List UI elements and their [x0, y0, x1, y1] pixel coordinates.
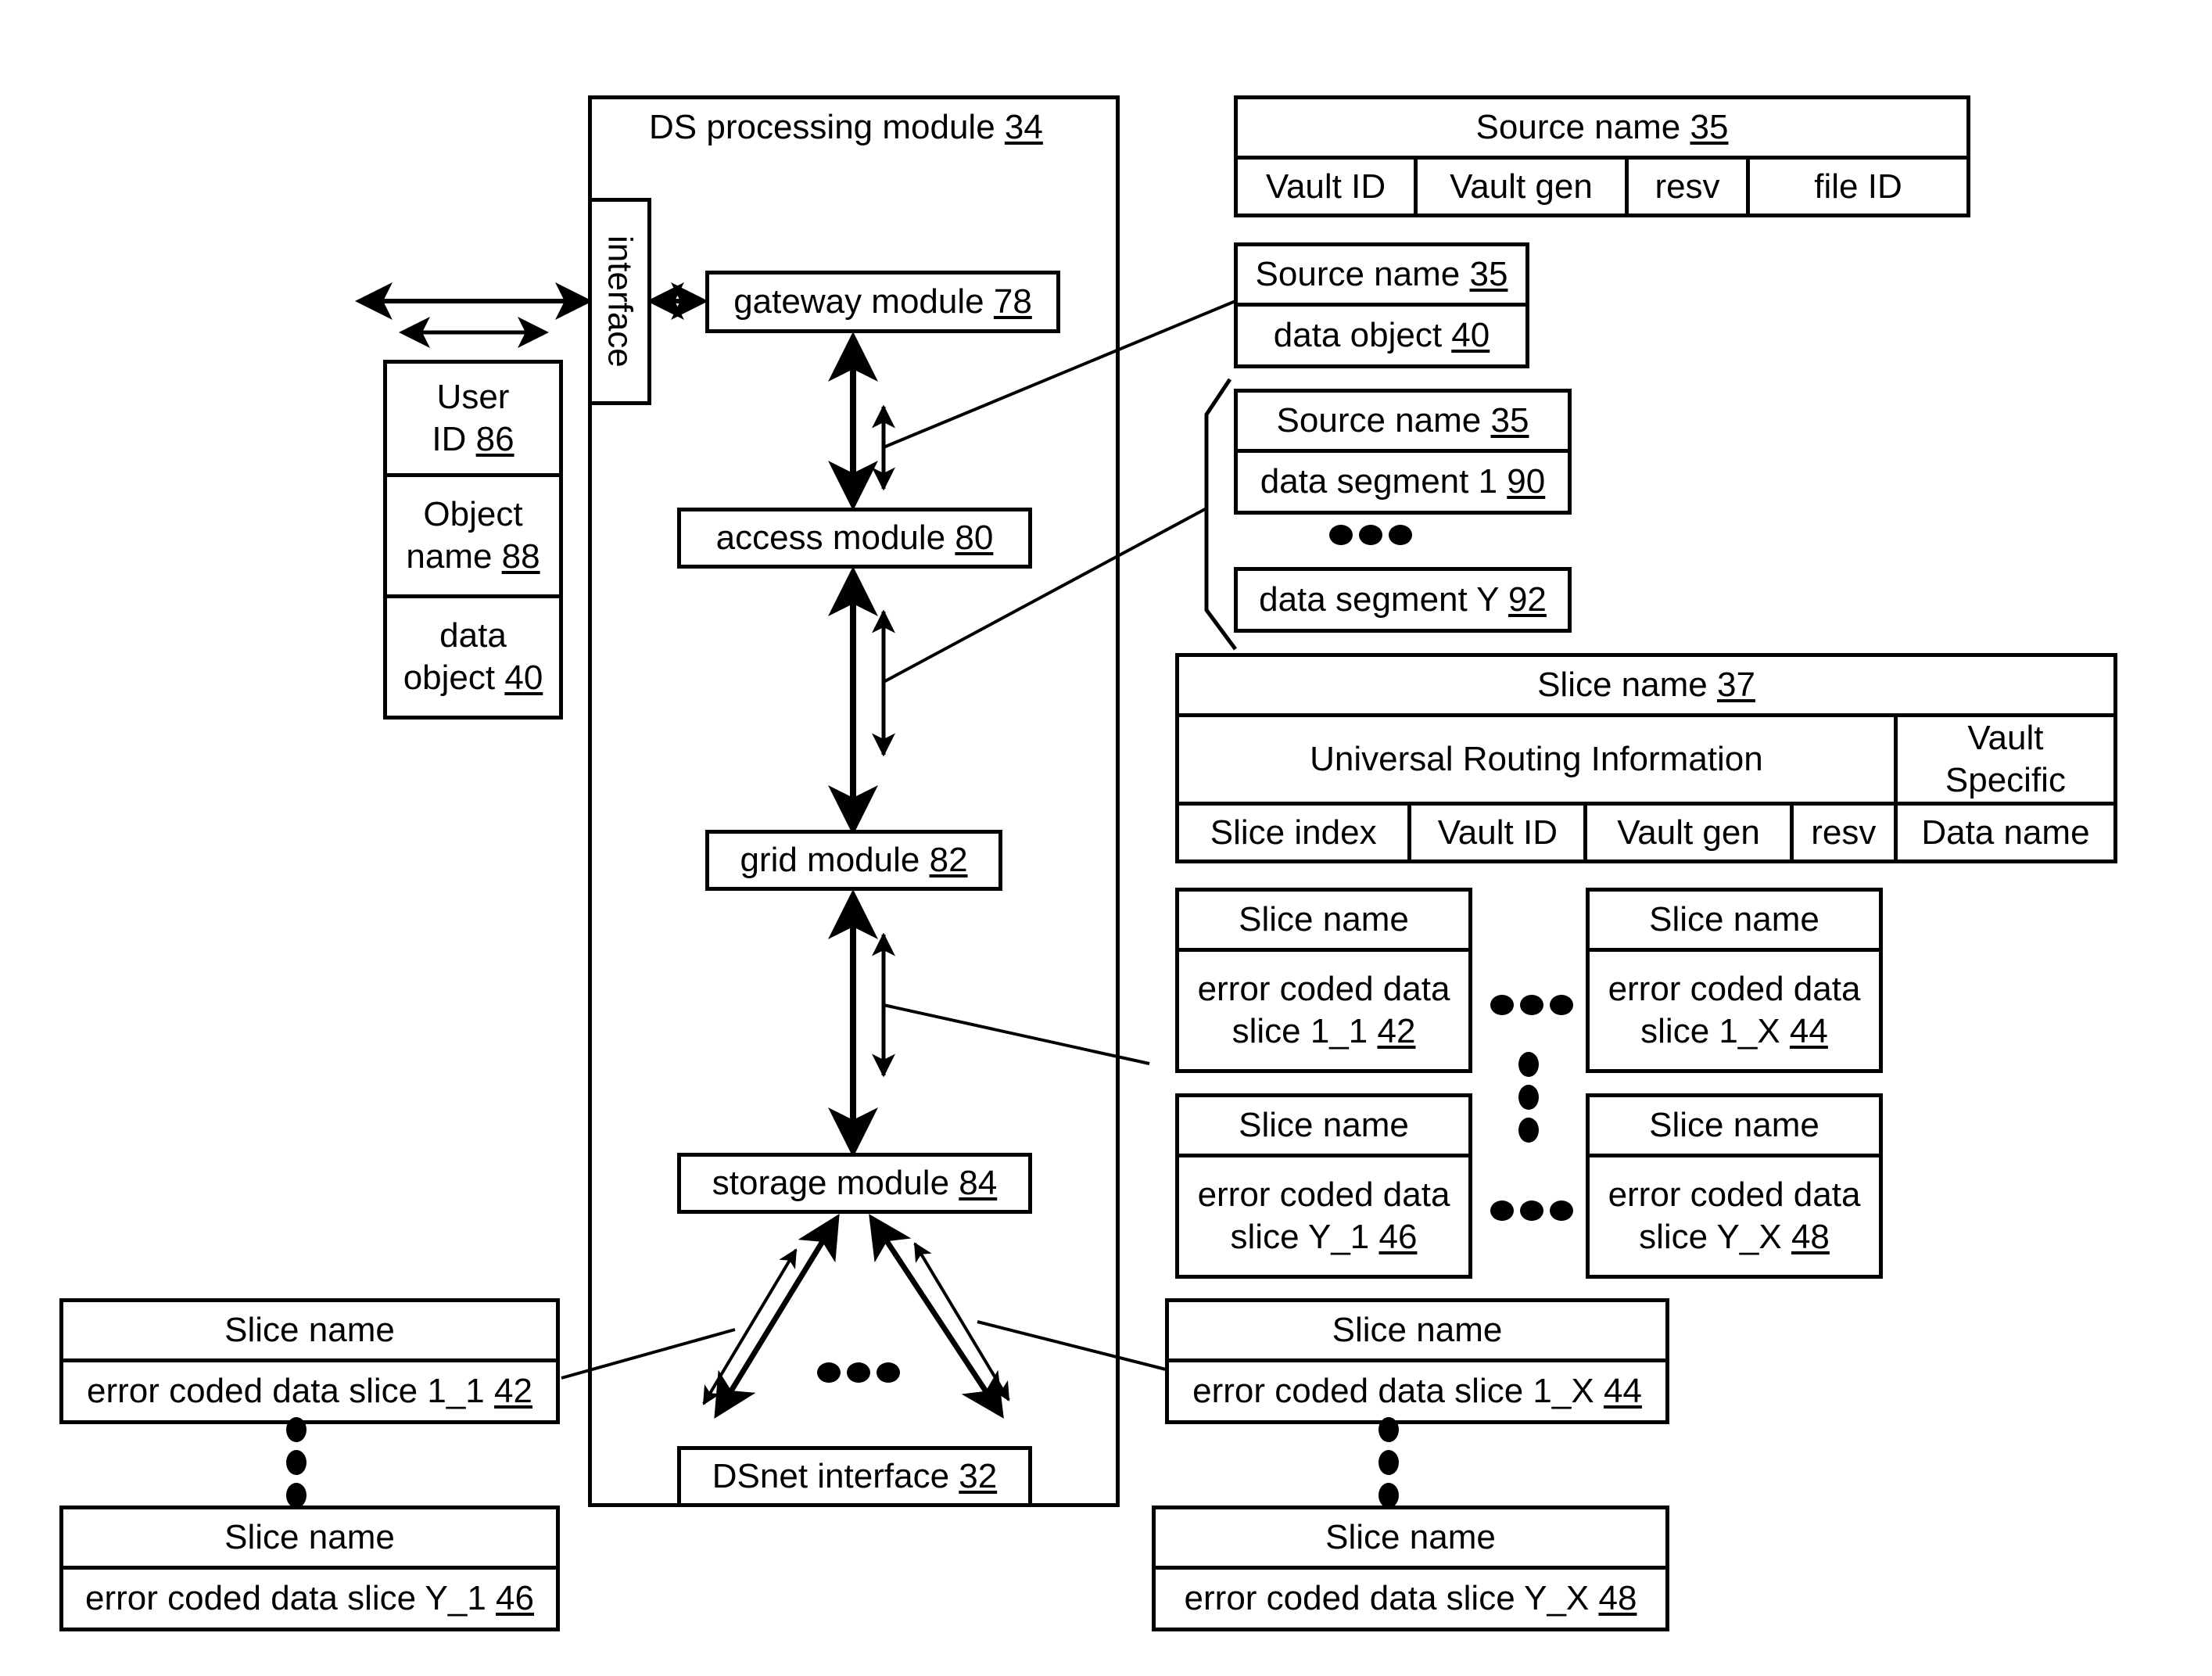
dsnet-interface: DSnet interface 32	[677, 1446, 1032, 1507]
ellipsis-vertical	[286, 1417, 307, 1508]
ellipsis-horizontal	[1490, 1200, 1573, 1221]
ellipsis-horizontal	[1490, 995, 1573, 1015]
data-object-box: Source name 35 data object 40	[1234, 242, 1529, 368]
bottom-slice-y-1: Slice name error coded data slice Y_1 46	[59, 1506, 560, 1631]
ellipsis-horizontal	[1329, 525, 1412, 545]
bottom-slice-1-1: Slice name error coded data slice 1_1 42	[59, 1298, 560, 1424]
data-segment-1-box: Source name 35 data segment 1 90	[1234, 389, 1572, 515]
storage-module: storage module 84	[677, 1153, 1032, 1214]
grid-module: grid module 82	[705, 830, 1002, 891]
slice-grid-1-x: Slice name error coded data slice 1_X 44	[1586, 888, 1883, 1073]
gateway-module: gateway module 78	[705, 271, 1060, 333]
ellipsis-vertical	[1378, 1417, 1399, 1508]
ellipsis-horizontal	[817, 1362, 900, 1383]
ellipsis-vertical	[1518, 1052, 1539, 1143]
data-segment-y-box: data segment Y 92	[1234, 567, 1572, 633]
slice-name-table: Slice name 37 Universal Routing Informat…	[1174, 653, 2118, 863]
user-request-stack: User ID 86 Object name 88 data object 40	[383, 360, 563, 720]
bottom-slice-y-x: Slice name error coded data slice Y_X 48	[1152, 1506, 1669, 1631]
slice-grid-1-1: Slice name error coded data slice 1_1 42	[1175, 888, 1472, 1073]
slice-grid-y-x: Slice name error coded data slice Y_X 48	[1586, 1093, 1883, 1279]
slice-grid-y-1: Slice name error coded data slice Y_1 46	[1175, 1093, 1472, 1279]
bottom-slice-1-x: Slice name error coded data slice 1_X 44	[1165, 1298, 1669, 1424]
ds-processing-module-title: DS processing module 34	[649, 108, 1043, 146]
access-module: access module 80	[677, 508, 1032, 569]
source-name-table: Source name 35 Vault ID Vault gen resv f…	[1234, 95, 1970, 217]
interface-block: interface	[588, 198, 651, 405]
